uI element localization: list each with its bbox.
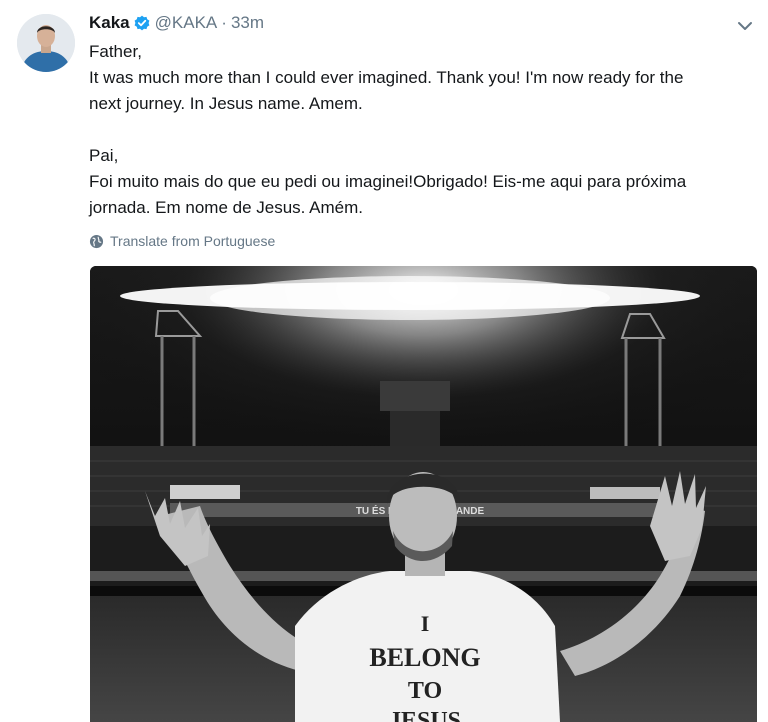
author-name[interactable]: Kaka — [89, 12, 130, 34]
chevron-down-icon[interactable] — [734, 15, 756, 37]
text-line: jornada. Em nome de Jesus. Amém. — [89, 198, 364, 217]
globe-icon — [89, 234, 104, 248]
text-line: It was much more than I could ever imagi… — [89, 68, 684, 87]
avatar[interactable] — [17, 14, 75, 72]
author-handle[interactable]: @KAKA — [155, 12, 218, 34]
tweet-text: Father, It was much more than I could ev… — [89, 39, 749, 221]
translate-link[interactable]: Translate from Portuguese — [89, 231, 275, 251]
shirt-text-line2: BELONG — [369, 643, 480, 672]
tweet-photo[interactable]: TU ÉS FORTE ÉS GRANDE — [90, 266, 757, 722]
translate-label: Translate from Portuguese — [110, 233, 276, 249]
separator-dot: · — [221, 13, 227, 32]
text-line: next journey. In Jesus name. Amem. — [89, 94, 363, 113]
avatar-photo — [17, 14, 75, 72]
text-line: Foi muito mais do que eu pedi ou imagine… — [89, 172, 687, 191]
text-line: Father, — [89, 42, 142, 61]
text-line: Pai, — [89, 146, 119, 165]
shirt-text-line1: I — [421, 611, 430, 636]
tweet-header: Kaka @KAKA · 33m — [89, 12, 264, 34]
verified-badge-icon — [134, 15, 150, 31]
timestamp[interactable]: 33m — [231, 12, 264, 34]
shirt-text-line3: TO — [408, 678, 442, 704]
stadium-photo: TU ÉS FORTE ÉS GRANDE — [90, 266, 757, 722]
shirt-text-line4: JESUS — [389, 708, 461, 722]
